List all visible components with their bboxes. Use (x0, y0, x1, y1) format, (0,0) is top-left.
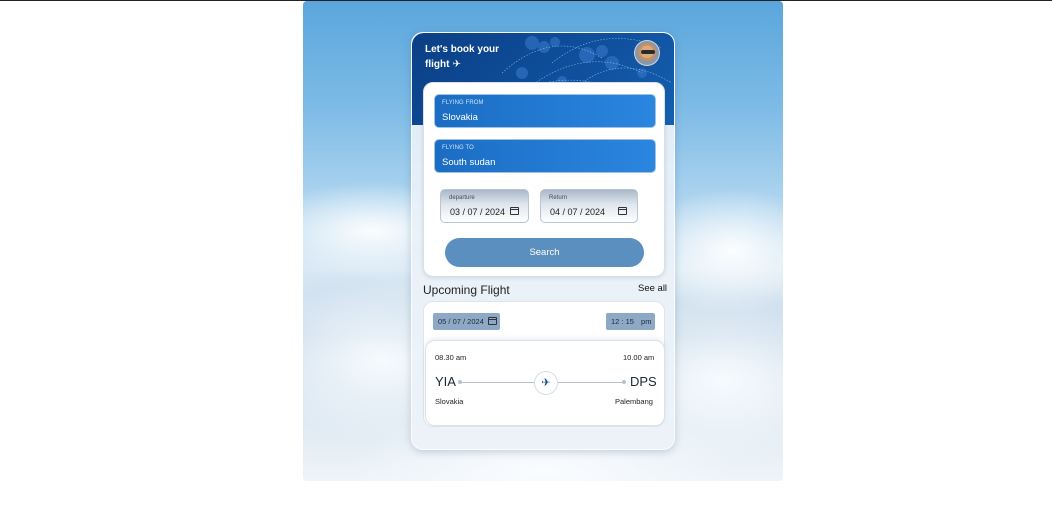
search-button[interactable]: Search (445, 238, 644, 267)
avatar[interactable] (634, 40, 660, 66)
route-end-dot (622, 380, 626, 384)
origin-code: YIA (435, 374, 456, 389)
flying-to-value[interactable]: South sudan (442, 157, 495, 168)
destination-city: Palembang (615, 397, 653, 406)
flying-to-label: FLYING TO (442, 145, 474, 151)
avatar-glasses (641, 50, 655, 54)
plane-icon: ✈ (452, 59, 461, 70)
flying-from-value[interactable]: Slovakia (442, 112, 478, 123)
flying-from-field[interactable]: FLYING FROM Slovakia (434, 94, 656, 128)
flight-time-chip[interactable]: 12 : 15 pm (606, 313, 655, 330)
flight-date-chip[interactable]: 05 / 07 / 2024 (433, 313, 500, 330)
airplane-icon: ✈ (534, 371, 558, 395)
flying-to-field[interactable]: FLYING TO South sudan (434, 139, 656, 173)
see-all-link[interactable]: See all (638, 283, 667, 294)
flight-ticket: 08.30 am 10.00 am YIA DPS ✈ Slovakia Pal… (425, 340, 665, 426)
return-date-field[interactable]: Return 04 / 07 / 2024 (540, 189, 638, 223)
calendar-icon[interactable] (618, 207, 627, 215)
flight-time: 12 : 15 (611, 317, 634, 326)
search-form: FLYING FROM Slovakia FLYING TO South sud… (423, 82, 665, 277)
flight-time-suffix: pm (641, 317, 652, 326)
departure-value[interactable]: 03 / 07 / 2024 (450, 207, 505, 217)
destination-code: DPS (630, 374, 657, 389)
calendar-icon (488, 317, 497, 325)
upcoming-flight-card[interactable]: 05 / 07 / 2024 12 : 15 pm 08.30 am 10.00… (423, 301, 665, 427)
flying-from-label: FLYING FROM (442, 100, 484, 106)
departure-time: 08.30 am (435, 353, 467, 362)
departure-date-field[interactable]: departure 03 / 07 / 2024 (440, 189, 529, 223)
page-title: Let's book your flight ✈ (425, 42, 545, 72)
title-line-1: Let's book your (425, 44, 500, 55)
flight-date: 05 / 07 / 2024 (438, 317, 484, 326)
calendar-icon[interactable] (510, 207, 519, 215)
origin-city: Slovakia (435, 397, 464, 406)
return-label: Return (549, 195, 568, 201)
route-start-dot (458, 380, 462, 384)
booking-card: Let's book your flight ✈ FLYING FROM Slov… (411, 32, 675, 450)
departure-label: departure (449, 195, 475, 201)
return-value[interactable]: 04 / 07 / 2024 (550, 207, 605, 217)
arrival-time: 10.00 am (623, 353, 655, 362)
title-line-2: flight (425, 59, 450, 70)
upcoming-flight-heading: Upcoming Flight (423, 283, 510, 297)
